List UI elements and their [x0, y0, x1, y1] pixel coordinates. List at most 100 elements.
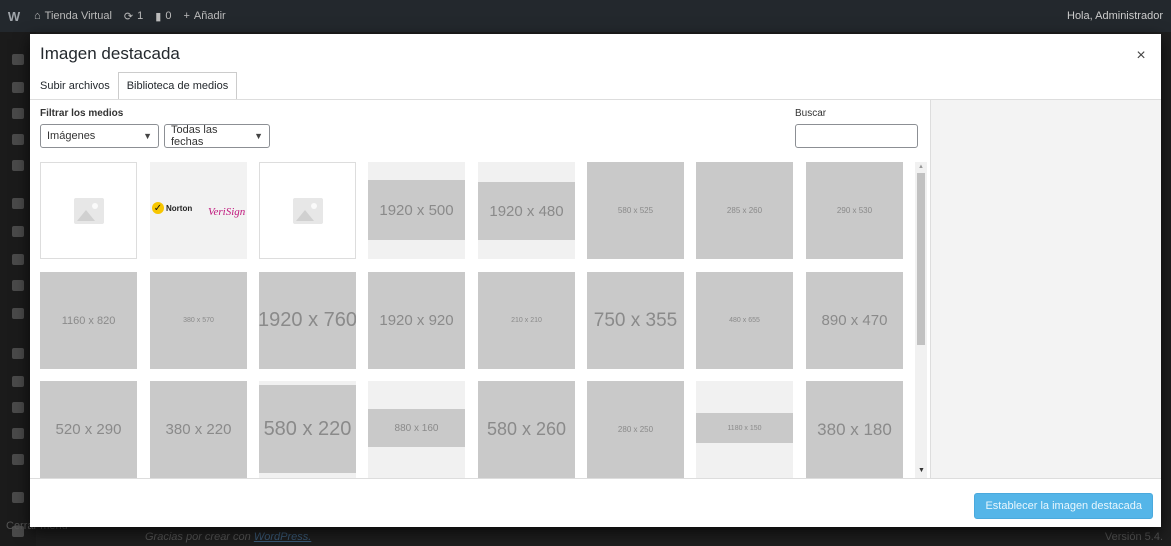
attachment-thumbnail[interactable]: 210 x 210: [478, 272, 575, 369]
attachment-thumbnail[interactable]: [259, 162, 356, 259]
attachment-thumbnail[interactable]: 1160 x 820: [40, 272, 137, 369]
thumbnail-size-label: 285 x 260: [726, 206, 763, 215]
marketing-icon[interactable]: [12, 308, 24, 319]
wordpress-logo-icon[interactable]: W: [0, 0, 28, 32]
scrollbar-thumb[interactable]: [917, 173, 925, 345]
thumbnail-size-label: 380 x 220: [165, 421, 232, 438]
media-icon[interactable]: [12, 108, 24, 119]
attachment-thumbnail[interactable]: 1180 x 150: [696, 381, 793, 478]
thumbnail-image: 580 x 220: [259, 385, 356, 473]
attachment-thumbnail[interactable]: 1920 x 500: [368, 162, 465, 259]
plus-icon: +: [183, 10, 190, 22]
admin-footer: Gracias por crear con WordPress. Versión…: [130, 528, 1171, 546]
attachment-thumbnail[interactable]: 1920 x 920: [368, 272, 465, 369]
thumbnail-size-label: 750 x 355: [593, 309, 678, 331]
extra-menu-icon[interactable]: [12, 492, 24, 503]
chevron-down-icon: ▼: [143, 131, 152, 141]
check-icon: ✓: [152, 202, 164, 214]
site-name-label: Tienda Virtual: [44, 10, 112, 22]
thumbnail-image: 1920 x 480: [478, 182, 575, 240]
thumbnail-size-label: 1180 x 150: [727, 424, 762, 432]
pages-icon[interactable]: [12, 134, 24, 145]
thumbnail-size-label: 280 x 250: [617, 425, 654, 434]
woo-icon[interactable]: [12, 226, 24, 237]
attachment-thumbnail[interactable]: ✓ Norton VeriSign: [150, 162, 247, 259]
tools-icon[interactable]: [12, 428, 24, 439]
site-name-link[interactable]: ⌂ Tienda Virtual: [28, 10, 118, 22]
new-content-link[interactable]: + Añadir: [177, 10, 231, 22]
attachment-thumbnail[interactable]: 1920 x 480: [478, 162, 575, 259]
close-icon[interactable]: ×: [1129, 46, 1153, 66]
thumbnail-size-label: 290 x 530: [836, 206, 873, 215]
set-featured-image-button[interactable]: Establecer la imagen destacada: [974, 493, 1153, 519]
attachment-thumbnail[interactable]: 890 x 470: [806, 272, 903, 369]
thumbnail-size-label: 380 x 570: [183, 317, 214, 324]
attachment-thumbnail[interactable]: 480 x 655: [696, 272, 793, 369]
settings-icon[interactable]: [12, 454, 24, 465]
new-content-label: Añadir: [193, 10, 226, 22]
refresh-icon: ⟳: [123, 10, 134, 23]
thumbnail-size-label: 580 x 220: [263, 417, 352, 440]
search-input[interactable]: [795, 124, 918, 148]
attachment-thumbnail[interactable]: 290 x 530: [806, 162, 903, 259]
analytics-icon[interactable]: [12, 280, 24, 291]
thumbnail-size-label: 210 x 210: [511, 317, 542, 324]
comments-link[interactable]: ▮ 0: [149, 10, 177, 23]
pin-icon[interactable]: [12, 82, 24, 93]
thumbnail-size-label: 580 x 260: [486, 419, 567, 439]
thumbnail-size-label: 890 x 470: [821, 312, 888, 329]
account-greeting[interactable]: Hola, Administrador: [1067, 10, 1171, 22]
tab-media-library[interactable]: Biblioteca de medios: [117, 72, 238, 100]
version-text: Versión 5.4.: [1104, 531, 1163, 543]
thumbnail-image: 1920 x 500: [368, 180, 465, 240]
thumbnail-size-label: 1920 x 920: [379, 312, 454, 329]
grid-scrollbar[interactable]: ▲ ▼: [915, 162, 927, 478]
scroll-up-icon[interactable]: ▲: [918, 164, 924, 170]
comments-menu-icon[interactable]: [12, 160, 24, 171]
users-icon[interactable]: [12, 402, 24, 413]
thumbnail-size-label: 380 x 180: [817, 419, 892, 439]
mail-icon[interactable]: [12, 198, 24, 209]
thumbnail-size-label: 1920 x 760: [259, 309, 356, 331]
plugins-icon[interactable]: [12, 376, 24, 387]
attachment-thumbnail[interactable]: 285 x 260: [696, 162, 793, 259]
home-icon: ⌂: [34, 10, 41, 22]
thumbnail-size-label: 520 x 290: [55, 421, 122, 438]
thumbnail-size-label: 580 x 525: [617, 206, 654, 215]
attachment-thumbnail[interactable]: 750 x 355: [587, 272, 684, 369]
attachment-thumbnail[interactable]: 520 x 290: [40, 381, 137, 478]
thumbnail-image: 1180 x 150: [696, 413, 793, 443]
attachment-thumbnail[interactable]: 1920 x 760: [259, 272, 356, 369]
appearance-icon[interactable]: [12, 348, 24, 359]
media-browser: Filtrar los medios Imágenes ▼ Todas las …: [30, 100, 930, 478]
attachment-thumbnail[interactable]: 380 x 220: [150, 381, 247, 478]
attachment-thumbnail[interactable]: 580 x 525: [587, 162, 684, 259]
image-placeholder-icon: [292, 197, 323, 224]
verisign-logo: VeriSign: [208, 206, 246, 218]
products-icon[interactable]: [12, 254, 24, 265]
attachment-thumbnail[interactable]: 580 x 220: [259, 381, 356, 478]
comments-count: 0: [165, 10, 172, 22]
media-type-value: Imágenes: [47, 130, 96, 142]
image-placeholder-icon: [73, 197, 104, 224]
attachment-thumbnail[interactable]: [40, 162, 137, 259]
footer-text: Gracias por crear con: [145, 531, 251, 543]
date-filter-value: Todas las fechas: [171, 124, 218, 148]
scroll-down-icon[interactable]: ▼: [918, 467, 925, 474]
thumbnail-size-label: 880 x 160: [394, 422, 439, 434]
attachment-thumbnail[interactable]: 880 x 160: [368, 381, 465, 478]
dashboard-icon[interactable]: [12, 54, 24, 65]
thumbnail-size-label: 1160 x 820: [61, 314, 116, 327]
featured-image-modal: Imagen destacada × Subir archivos Biblio…: [30, 34, 1161, 527]
attachment-thumbnail[interactable]: 580 x 260: [478, 381, 575, 478]
attachments-grid: ✓ Norton VeriSign 1920 x 500 1920 x 480 580 x…: [40, 162, 906, 478]
updates-link[interactable]: ⟳ 1: [118, 10, 149, 23]
attachment-thumbnail[interactable]: 380 x 570: [150, 272, 247, 369]
wordpress-link[interactable]: WordPress.: [254, 531, 311, 543]
attachment-thumbnail[interactable]: 280 x 250: [587, 381, 684, 478]
date-filter-select[interactable]: Todas las fechas ▼: [164, 124, 270, 148]
media-type-select[interactable]: Imágenes ▼: [40, 124, 159, 148]
tab-upload-files[interactable]: Subir archivos: [40, 72, 110, 100]
attachment-thumbnail[interactable]: 380 x 180: [806, 381, 903, 478]
chevron-down-icon: ▼: [254, 131, 263, 141]
